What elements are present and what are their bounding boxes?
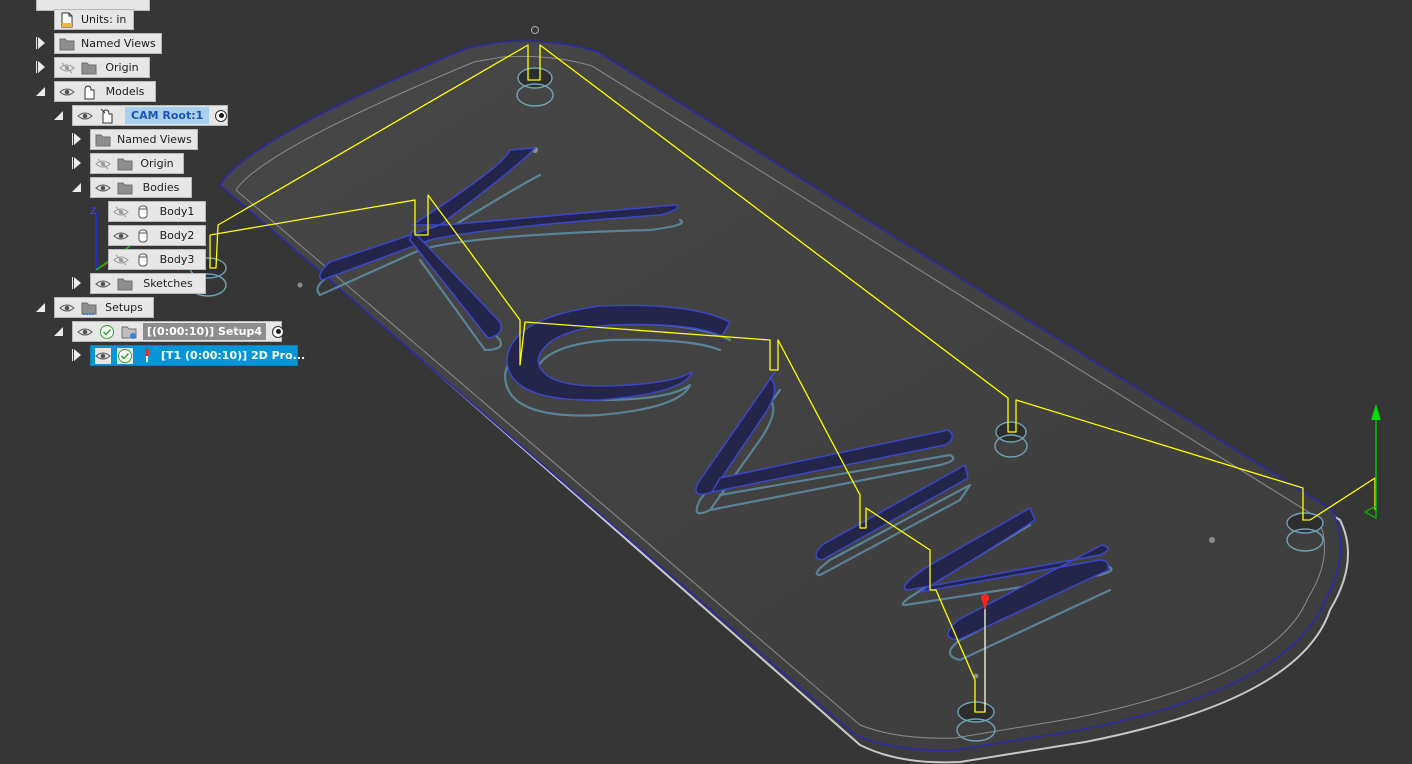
tree-node-origin[interactable]: Origin bbox=[54, 57, 150, 78]
body-icon bbox=[135, 228, 151, 244]
collapse-setup4-toggle[interactable] bbox=[54, 325, 64, 337]
expand-operation-toggle[interactable] bbox=[72, 349, 82, 361]
setup-icon bbox=[81, 300, 97, 316]
tree-node-sketches[interactable]: Sketches bbox=[90, 273, 206, 294]
setup-icon bbox=[121, 324, 137, 340]
expand-named-views-2-toggle[interactable] bbox=[72, 133, 82, 145]
document-icon bbox=[59, 12, 75, 28]
eye-hidden-icon[interactable] bbox=[113, 204, 129, 220]
collapse-models-toggle[interactable] bbox=[36, 85, 46, 97]
body-icon bbox=[135, 204, 151, 220]
plate-top-face bbox=[218, 40, 1342, 752]
body3-label: Body3 bbox=[159, 253, 195, 266]
check-icon bbox=[99, 324, 115, 340]
tree-node-named-views-2[interactable]: Named Views bbox=[90, 129, 198, 150]
eye-icon[interactable] bbox=[77, 324, 93, 340]
expand-origin-toggle[interactable] bbox=[36, 61, 46, 73]
cam-root-label: CAM Root:1 bbox=[125, 107, 210, 124]
check-icon bbox=[117, 347, 133, 364]
tree-node-origin-2[interactable]: Origin bbox=[90, 153, 184, 174]
setup4-label: [(0:00:10)] Setup4 bbox=[143, 323, 267, 340]
eye-icon[interactable] bbox=[59, 300, 75, 316]
tree-node-units[interactable]: Units: in bbox=[54, 9, 134, 30]
activate-radio[interactable] bbox=[215, 109, 228, 122]
expand-origin-2-toggle[interactable] bbox=[72, 157, 82, 169]
component-icon bbox=[81, 84, 97, 100]
tree-node-models[interactable]: Models bbox=[54, 81, 156, 102]
sketches-label: Sketches bbox=[143, 277, 193, 290]
stock-plate[interactable] bbox=[218, 40, 1349, 764]
named-views-2-label: Named Views bbox=[117, 133, 192, 146]
eye-icon[interactable] bbox=[95, 276, 111, 292]
wcs-triad bbox=[1363, 404, 1381, 520]
units-label: Units: in bbox=[81, 13, 127, 26]
body-icon bbox=[135, 252, 151, 268]
collapse-setups-toggle[interactable] bbox=[36, 301, 46, 313]
folder-icon bbox=[81, 60, 97, 76]
eye-icon[interactable] bbox=[77, 108, 93, 124]
models-label: Models bbox=[105, 85, 145, 98]
tree-node-setup4[interactable]: [(0:00:10)] Setup4 bbox=[72, 321, 285, 342]
eye-icon[interactable] bbox=[95, 180, 111, 196]
named-views-label: Named Views bbox=[81, 37, 156, 50]
body1-label: Body1 bbox=[159, 205, 195, 218]
expand-sketches-toggle[interactable] bbox=[72, 277, 82, 289]
component-icon bbox=[99, 108, 115, 124]
body2-label: Body2 bbox=[159, 229, 195, 242]
collapse-cam-root-toggle[interactable] bbox=[54, 109, 64, 121]
eye-icon[interactable] bbox=[59, 84, 75, 100]
collapse-bodies-toggle[interactable] bbox=[72, 181, 82, 193]
tree-node-cam-root[interactable]: CAM Root:1 bbox=[72, 105, 228, 126]
tree-node-body2[interactable]: Body2 bbox=[108, 225, 206, 246]
setups-label: Setups bbox=[105, 301, 143, 314]
folder-icon bbox=[95, 132, 111, 148]
tool-icon bbox=[139, 348, 155, 364]
folder-icon bbox=[117, 156, 133, 172]
eye-icon[interactable] bbox=[113, 228, 129, 244]
bodies-label: Bodies bbox=[142, 181, 180, 194]
tree-node-body3[interactable]: Body3 bbox=[108, 249, 206, 270]
folder-icon bbox=[117, 180, 133, 196]
eye-icon[interactable] bbox=[95, 347, 111, 364]
origin-2-label: Origin bbox=[140, 157, 174, 170]
tree-node-body1[interactable]: Body1 bbox=[108, 201, 206, 222]
operation-label: [T1 (0:00:10)] 2D Pro... bbox=[161, 349, 306, 362]
tree-node-operation[interactable]: [T1 (0:00:10)] 2D Pro... bbox=[90, 345, 305, 366]
eye-hidden-icon[interactable] bbox=[95, 156, 111, 172]
activate-setup-radio[interactable] bbox=[272, 325, 285, 338]
hole-top bbox=[517, 67, 553, 89]
folder-icon bbox=[117, 276, 133, 292]
hole-right bbox=[1286, 512, 1324, 534]
browser-tree: Units: in Named Views Origin Models CAM bbox=[0, 0, 310, 380]
eye-hidden-icon[interactable] bbox=[113, 252, 129, 268]
folder-icon bbox=[59, 36, 75, 52]
origin-label: Origin bbox=[105, 61, 139, 74]
tree-node-setups[interactable]: Setups bbox=[54, 297, 154, 318]
expand-named-views-toggle[interactable] bbox=[36, 37, 46, 49]
tree-node-bodies[interactable]: Bodies bbox=[90, 177, 192, 198]
tree-node-named-views[interactable]: Named Views bbox=[54, 33, 162, 54]
eye-hidden-icon[interactable] bbox=[59, 60, 75, 76]
